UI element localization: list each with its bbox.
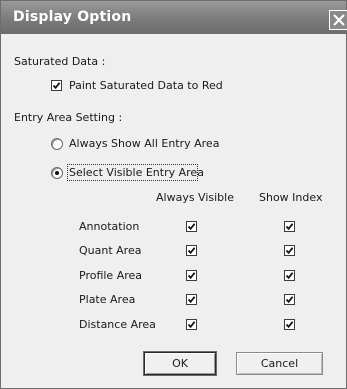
close-button[interactable] xyxy=(329,10,347,30)
annotation-show-index-checkbox[interactable] xyxy=(284,221,295,232)
plate-area-always-visible-checkbox[interactable] xyxy=(186,294,197,305)
title-bar[interactable]: Display Option xyxy=(1,1,347,34)
plate-area-show-index-checkbox[interactable] xyxy=(284,294,295,305)
distance-area-show-index-checkbox[interactable] xyxy=(284,319,295,330)
quant-area-show-index-checkbox[interactable] xyxy=(284,245,295,256)
saturated-data-heading: Saturated Data : xyxy=(14,55,106,68)
column-header-show-index: Show Index xyxy=(259,191,323,204)
column-header-always-visible: Always Visible xyxy=(156,191,234,204)
radio-select-visible-label[interactable]: Select Visible Entry Area xyxy=(69,166,204,179)
profile-area-show-index-checkbox[interactable] xyxy=(284,270,295,281)
radio-always-show-all-label[interactable]: Always Show All Entry Area xyxy=(69,137,219,150)
row-label-distance-area: Distance Area xyxy=(79,318,156,331)
row-label-profile-area: Profile Area xyxy=(79,269,143,282)
distance-area-always-visible-checkbox[interactable] xyxy=(186,319,197,330)
annotation-always-visible-checkbox[interactable] xyxy=(186,221,197,232)
radio-select-visible[interactable] xyxy=(51,167,63,179)
cancel-button-label: Cancel xyxy=(260,357,299,370)
cancel-button[interactable]: Cancel xyxy=(236,352,323,375)
quant-area-always-visible-checkbox[interactable] xyxy=(186,245,197,256)
radio-selected-dot xyxy=(55,171,59,175)
ok-button[interactable]: OK xyxy=(144,352,216,375)
paint-saturated-checkbox[interactable] xyxy=(51,80,62,91)
radio-always-show-all[interactable] xyxy=(51,138,63,150)
row-label-plate-area: Plate Area xyxy=(79,293,136,306)
ok-button-label: OK xyxy=(172,357,188,370)
entry-area-heading: Entry Area Setting : xyxy=(14,111,123,124)
window-title: Display Option xyxy=(13,9,132,25)
row-label-quant-area: Quant Area xyxy=(79,244,142,257)
paint-saturated-label[interactable]: Paint Saturated Data to Red xyxy=(69,79,223,92)
row-label-annotation: Annotation xyxy=(79,220,140,233)
display-option-dialog: Display Option Saturated Data : Paint Sa… xyxy=(0,0,347,389)
profile-area-always-visible-checkbox[interactable] xyxy=(186,270,197,281)
